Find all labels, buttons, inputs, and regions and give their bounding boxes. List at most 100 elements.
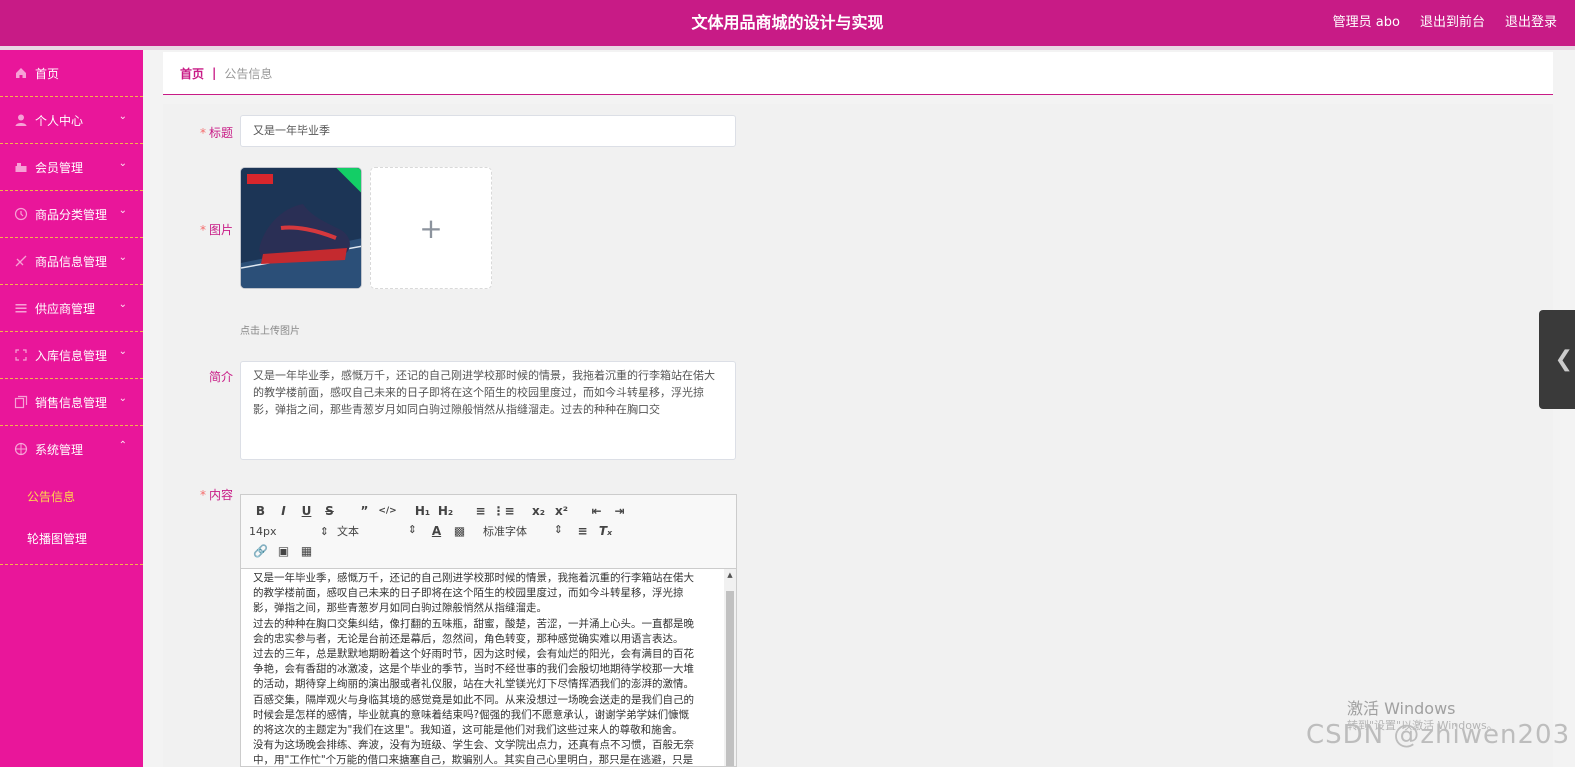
intro-textarea[interactable]: 又是一年毕业季，感慨万千，还记的自己刚进学校那时候的情景，我拖着沉重的行李箱站在… bbox=[240, 361, 736, 460]
editor-line: 过去的三年，总是默默地期盼着这个好雨时节，因为这时候，会有灿烂的阳光，会有满目的… bbox=[253, 648, 694, 661]
user-icon bbox=[15, 114, 27, 126]
editor-line: 没有为这场晚会排练、奔波，没有为班级、学生会、文学院出点力，还真有点不习惯，百般… bbox=[253, 739, 694, 752]
scroll-up-icon[interactable]: ▲ bbox=[724, 571, 736, 579]
inbound-icon bbox=[15, 349, 27, 361]
outdent-button[interactable]: ⇤ bbox=[585, 504, 608, 518]
font-size-select[interactable]: 14px ⇕ bbox=[249, 525, 337, 538]
align-button[interactable]: ≡ bbox=[571, 524, 594, 538]
sidebar-item-label: 销售信息管理 bbox=[35, 395, 108, 410]
scrollbar-thumb[interactable] bbox=[726, 591, 734, 766]
chevron-down-icon: ⌄ bbox=[118, 205, 127, 216]
breadcrumb-current: 公告信息 bbox=[224, 66, 273, 81]
editor-line: 的活动，期待穿上绚丽的演出服或者礼仪服，站在大礼堂镁光灯下尽情挥洒我们的澎湃的激… bbox=[253, 678, 694, 691]
link-icon[interactable]: 🔗 bbox=[249, 544, 272, 558]
settings-icon bbox=[14, 442, 28, 456]
logout-link[interactable]: 退出登录 bbox=[1505, 0, 1557, 46]
sidebar-subitem-carousel[interactable]: 轮播图管理 bbox=[0, 518, 143, 560]
editor-line: 中，用"工作忙"个万能的借口来搪塞自己，欺骗别人。其实自己心里明白，那只是在逃避… bbox=[253, 754, 694, 766]
upload-hint: 点击上传图片 bbox=[240, 326, 300, 337]
editor-line: 争艳，会有香甜的冰激凌，这是个毕业的季节，当时不经世事的我们会殷切地期待学校那一… bbox=[253, 663, 694, 676]
image-upload-button[interactable]: + bbox=[370, 167, 492, 289]
list-icon bbox=[15, 304, 27, 313]
sidebar-item-suppliers[interactable]: 供应商管理 ⌄ bbox=[0, 285, 143, 332]
members-icon bbox=[15, 163, 27, 172]
system-submenu: 公告信息 轮播图管理 bbox=[0, 472, 143, 565]
superscript-button[interactable]: x² bbox=[550, 504, 573, 518]
sidebar-item-category[interactable]: 商品分类管理 ⌄ bbox=[0, 191, 143, 238]
editor-line: 影，弹指之间，那些青葱岁月如同白驹过隙般悄然从指缝溜走。 bbox=[253, 602, 547, 615]
sidebar-item-products[interactable]: 商品信息管理 ⌄ bbox=[0, 238, 143, 285]
editor-line: 又是一年毕业季，感慨万千，还记的自己刚进学校那时候的情景，我拖着沉重的行李箱站在… bbox=[253, 572, 694, 584]
subscript-button[interactable]: x₂ bbox=[527, 504, 550, 518]
breadcrumb-home[interactable]: 首页 bbox=[180, 65, 204, 82]
sidebar-item-home[interactable]: 首页 bbox=[0, 50, 143, 97]
editor-scrollbar[interactable]: ▲ bbox=[724, 569, 736, 766]
sidebar: 首页 个人中心 ⌄ 会员管理 ⌄ 商品分类管理 ⌄ 商品信息管理 ⌄ 供应商管理… bbox=[0, 50, 143, 767]
editor-line: 百感交集，隔岸观火与身临其境的感觉竟是如此不同。从来没想过一场晚会送走的是我们自… bbox=[253, 693, 694, 706]
editor-line: 会的忠实参与者，无论是台前还是幕后，忽然间，角色转变，那种感觉确实难以用语言表达… bbox=[253, 632, 684, 645]
editor-line: 的将这次的主题定为"我们在这里"。我知道，这可能是他们对我们这些过来人的尊敬和施… bbox=[253, 724, 683, 737]
font-color-button[interactable]: A bbox=[425, 524, 448, 538]
title-input[interactable]: 又是一年毕业季 bbox=[240, 115, 736, 147]
sidebar-item-label: 首页 bbox=[35, 66, 60, 81]
shoe-image bbox=[241, 168, 361, 288]
sidebar-item-profile[interactable]: 个人中心 ⌄ bbox=[0, 97, 143, 144]
chevron-down-icon: ⌄ bbox=[118, 346, 127, 357]
header-actions: 管理员 abo 退出到前台 退出登录 bbox=[1333, 0, 1557, 46]
breadcrumb-separator: | bbox=[212, 66, 217, 80]
chevron-down-icon: ⌄ bbox=[118, 158, 127, 169]
chevron-down-icon: ⌄ bbox=[118, 393, 127, 404]
image-label: * 图片 bbox=[199, 223, 233, 237]
windows-activate-watermark: 激活 Windows bbox=[1347, 699, 1456, 718]
image-icon[interactable]: ▣ bbox=[272, 544, 295, 558]
strike-button[interactable]: S bbox=[318, 504, 341, 518]
text-type-select[interactable]: 文本 ⇕ bbox=[337, 523, 425, 539]
chevron-down-icon: ⌄ bbox=[118, 252, 127, 263]
side-panel-toggle[interactable]: ❮ bbox=[1539, 310, 1575, 409]
bold-button[interactable]: B bbox=[249, 504, 272, 518]
content-label: * 内容 bbox=[199, 488, 233, 502]
chevron-left-icon: ❮ bbox=[1554, 347, 1573, 372]
breadcrumb: 首页 | 公告信息 bbox=[163, 52, 1553, 95]
code-block-button[interactable]: </> bbox=[376, 506, 399, 516]
sidebar-item-sales[interactable]: 销售信息管理 ⌄ bbox=[0, 379, 143, 426]
h1-button[interactable]: H₁ bbox=[411, 504, 434, 518]
bullet-list-button[interactable]: ⋮≡ bbox=[492, 504, 515, 518]
video-icon[interactable]: ▦ bbox=[295, 544, 318, 558]
sidebar-item-label: 个人中心 bbox=[35, 113, 84, 128]
editor-line: 的教学楼前面，感叹自己未来的日子即将在这个陌生的校园里度过，而如今斗转星移，浮光… bbox=[253, 587, 684, 600]
sidebar-item-inbound[interactable]: 入库信息管理 ⌄ bbox=[0, 332, 143, 379]
italic-button[interactable]: I bbox=[272, 504, 295, 518]
sidebar-subitem-notices[interactable]: 公告信息 bbox=[0, 476, 143, 518]
font-family-select[interactable]: 标准字体 ⇕ bbox=[483, 523, 571, 539]
sidebar-item-members[interactable]: 会员管理 ⌄ bbox=[0, 144, 143, 191]
top-bar: 文体用品商城的设计与实现 管理员 abo 退出到前台 退出登录 bbox=[0, 0, 1575, 46]
uploaded-image[interactable] bbox=[240, 167, 362, 289]
h2-button[interactable]: H₂ bbox=[434, 504, 457, 518]
underline-button[interactable]: U bbox=[295, 504, 318, 518]
blockquote-button[interactable]: ” bbox=[353, 504, 376, 518]
editor-line: 时候会是怎样的感情，毕业就真的意味着结束吗?倔强的我们不愿意承认，谢谢学弟学妹们… bbox=[253, 708, 690, 721]
sidebar-item-label: 会员管理 bbox=[35, 160, 84, 175]
plus-icon: + bbox=[419, 211, 443, 245]
sidebar-item-label: 供应商管理 bbox=[35, 301, 96, 316]
home-icon bbox=[16, 68, 26, 78]
rich-text-editor: B I U S ” </> H₁ H₂ ≡ ⋮≡ x₂ x² ⇤ ⇥ 14px … bbox=[240, 494, 737, 767]
title-label: * 标题 bbox=[199, 126, 233, 140]
sidebar-item-label: 商品分类管理 bbox=[35, 207, 108, 222]
sidebar-item-label: 入库信息管理 bbox=[35, 348, 108, 363]
chevron-down-icon: ⌄ bbox=[118, 111, 127, 122]
exit-to-front-link[interactable]: 退出到前台 bbox=[1420, 0, 1485, 46]
editor-content[interactable]: 又是一年毕业季，感慨万千，还记的自己刚进学校那时候的情景，我拖着沉重的行李箱站在… bbox=[241, 569, 724, 766]
indent-button[interactable]: ⇥ bbox=[608, 504, 631, 518]
sidebar-item-label: 商品信息管理 bbox=[35, 254, 108, 269]
product-icon bbox=[15, 255, 27, 267]
sidebar-item-system[interactable]: 系统管理 ⌃ bbox=[0, 426, 143, 472]
clear-format-button[interactable]: Tₓ bbox=[594, 524, 617, 538]
sidebar-item-label: 系统管理 bbox=[35, 442, 84, 457]
ordered-list-button[interactable]: ≡ bbox=[469, 504, 492, 518]
csdn-watermark: CSDN @zhiwen203 bbox=[1306, 720, 1571, 750]
header-divider bbox=[0, 46, 1575, 50]
background-color-button[interactable]: ▩ bbox=[448, 524, 471, 538]
chevron-down-icon: ⌄ bbox=[118, 299, 127, 310]
